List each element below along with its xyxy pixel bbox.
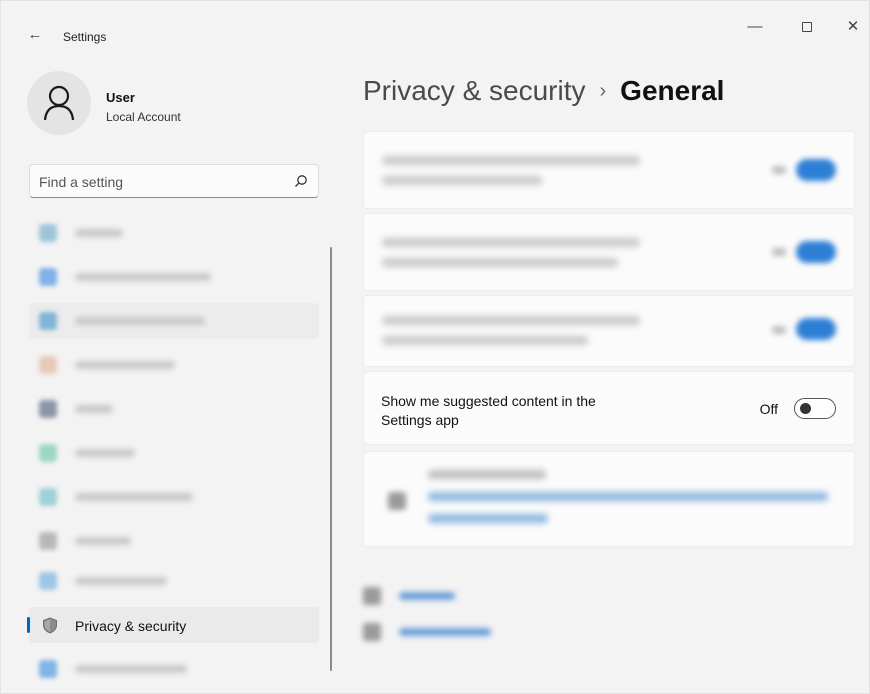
breadcrumb-separator: › [599,80,607,102]
feedback-link-blurred[interactable] [363,619,523,645]
toggle-state-blurred [772,248,786,256]
breadcrumb: Privacy & security › General [363,75,724,107]
sidebar-item-icon [39,660,57,678]
search-icon[interactable] [294,174,308,188]
sidebar-item-icon [39,268,57,286]
info-title-blurred [428,470,546,479]
setting-text-blurred [382,258,618,267]
sidebar-item-label-blurred [75,449,135,457]
maximize-icon [802,22,812,32]
toggle-switch-blurred[interactable] [796,241,836,263]
toggle-switch-blurred[interactable] [796,318,836,340]
toggle-switch-blurred[interactable] [796,159,836,181]
account-type: Local Account [106,110,181,124]
suggested-content-setting: Show me suggested content in the Setting… [363,371,855,445]
setting-text-blurred [382,156,640,165]
user-name: User [106,90,135,105]
sidebar-item-icon [39,488,57,506]
sidebar-item-icon [39,444,57,462]
info-link-blurred[interactable] [428,492,828,501]
feedback-link-text-blurred [399,628,491,636]
sidebar-item-label-blurred [75,537,131,545]
sidebar-item-label-blurred [75,273,211,281]
sidebar-item-blurred[interactable] [29,259,319,295]
sidebar-item-blurred[interactable] [29,391,319,427]
sidebar-item-blurred[interactable] [29,435,319,471]
sidebar-item-label-blurred [75,577,167,585]
sidebar-item-label-blurred [75,317,205,325]
maximize-button[interactable] [791,15,823,39]
sidebar-item-label-blurred [75,493,193,501]
active-indicator [27,617,30,633]
toggle-knob [800,403,811,414]
close-button[interactable]: ✕ [837,15,869,39]
info-card-blurred [363,451,855,547]
sidebar-item-privacy-security[interactable]: Privacy & security [27,607,319,643]
sidebar-item-blurred[interactable] [29,347,319,383]
sidebar-item-blurred[interactable] [29,563,319,599]
search-placeholder: Find a setting [39,174,124,190]
sidebar-item-blurred[interactable] [29,651,319,687]
sidebar-item-blurred[interactable] [29,523,319,559]
sidebar-item-blurred[interactable] [29,215,319,251]
feedback-icon-blurred [363,623,381,641]
search-input[interactable]: Find a setting [29,164,319,198]
toggle-state-label: Off [759,401,778,417]
sidebar-item-icon [39,312,57,330]
breadcrumb-parent[interactable]: Privacy & security [363,75,586,106]
sidebar-item-icon [39,572,57,590]
setting-card-blurred [363,131,855,209]
sidebar-item-icon [39,532,57,550]
sidebar-item-icon [39,400,57,418]
title-bar: ← Settings — ✕ [1,1,870,57]
page-title: General [620,75,725,106]
setting-card-blurred [363,295,855,367]
sidebar-item-icon [39,224,57,242]
minimize-button[interactable]: — [739,15,771,39]
sidebar-item-icon [39,356,57,374]
back-arrow-icon[interactable]: ← [23,23,47,47]
setting-text-blurred [382,238,640,247]
help-link-text-blurred [399,592,455,600]
user-icon [43,85,75,121]
setting-text-blurred [382,336,588,345]
suggested-content-toggle[interactable] [794,398,836,419]
sidebar-scrollbar[interactable] [330,247,332,671]
setting-text-blurred [382,176,542,185]
info-link-blurred[interactable] [428,514,548,523]
toggle-state-blurred [772,166,786,174]
sidebar-item-label-blurred [75,665,187,673]
setting-card-blurred [363,213,855,291]
sidebar-item-blurred[interactable] [29,479,319,515]
setting-label: Show me suggested content in the Setting… [381,393,596,428]
sidebar-item-label-blurred [75,229,123,237]
avatar[interactable] [27,71,91,135]
help-icon-blurred [363,587,381,605]
shield-icon [43,617,57,634]
sidebar-item-label: Privacy & security [75,618,187,634]
info-icon-blurred [388,492,406,510]
app-title: Settings [63,30,107,44]
sidebar-item-label-blurred [75,405,113,413]
sidebar-item-blurred[interactable] [29,303,319,339]
settings-window: ← Settings — ✕ User Local Account Find a… [0,0,870,694]
sidebar-item-label-blurred [75,361,175,369]
help-link-blurred[interactable] [363,583,483,609]
setting-text-blurred [382,316,640,325]
toggle-state-blurred [772,326,786,334]
